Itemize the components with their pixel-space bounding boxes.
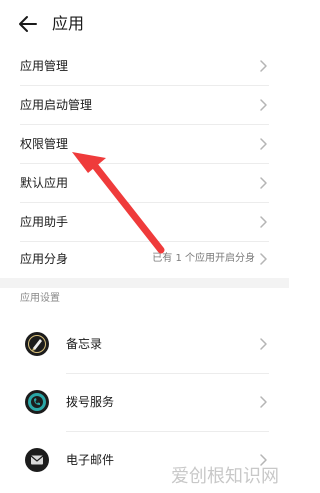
phone-icon xyxy=(25,390,49,414)
menu-item-app-twin[interactable]: 应用分身 已有 1 个应用开启分身 xyxy=(0,240,289,278)
app-header: 应用 xyxy=(0,0,289,48)
app-item-label: 备忘录 xyxy=(66,337,103,351)
app-item-label: 电子邮件 xyxy=(66,453,115,467)
menu-item-label: 应用启动管理 xyxy=(20,98,93,112)
chevron-right-icon xyxy=(260,138,267,150)
menu-item-default-apps[interactable]: 默认应用 xyxy=(0,164,289,202)
chevron-right-icon xyxy=(260,60,267,72)
app-item-label: 拨号服务 xyxy=(66,395,115,409)
arrow-left-icon[interactable] xyxy=(16,12,40,36)
chevron-right-icon xyxy=(260,338,267,350)
section-separator xyxy=(0,278,289,288)
app-item-dialer[interactable]: 拨号服务 xyxy=(0,374,289,432)
app-twin-status: 已有 1 个应用开启分身 xyxy=(152,253,255,264)
menu-item-label: 应用助手 xyxy=(20,215,69,229)
menu-item-app-assistant[interactable]: 应用助手 xyxy=(0,203,289,241)
menu-item-app-startup[interactable]: 应用启动管理 xyxy=(0,86,289,124)
notes-icon xyxy=(25,332,49,356)
menu-item-app-management[interactable]: 应用管理 xyxy=(0,47,289,85)
menu-item-label: 默认应用 xyxy=(20,176,69,190)
page-title: 应用 xyxy=(52,14,85,33)
menu-item-label: 应用管理 xyxy=(20,59,69,73)
chevron-right-icon xyxy=(260,99,267,111)
chevron-right-icon xyxy=(260,396,267,408)
mail-icon xyxy=(25,448,49,472)
app-item-notes[interactable]: 备忘录 xyxy=(0,316,289,374)
menu-item-label: 应用分身 xyxy=(20,252,69,266)
menu-item-label: 权限管理 xyxy=(20,137,69,151)
chevron-right-icon xyxy=(260,216,267,228)
watermark: 爱创根知识网 xyxy=(171,466,279,487)
chevron-right-icon xyxy=(260,253,267,265)
menu-item-permissions[interactable]: 权限管理 xyxy=(0,125,289,163)
chevron-right-icon xyxy=(260,177,267,189)
section-title: 应用设置 xyxy=(20,293,60,304)
